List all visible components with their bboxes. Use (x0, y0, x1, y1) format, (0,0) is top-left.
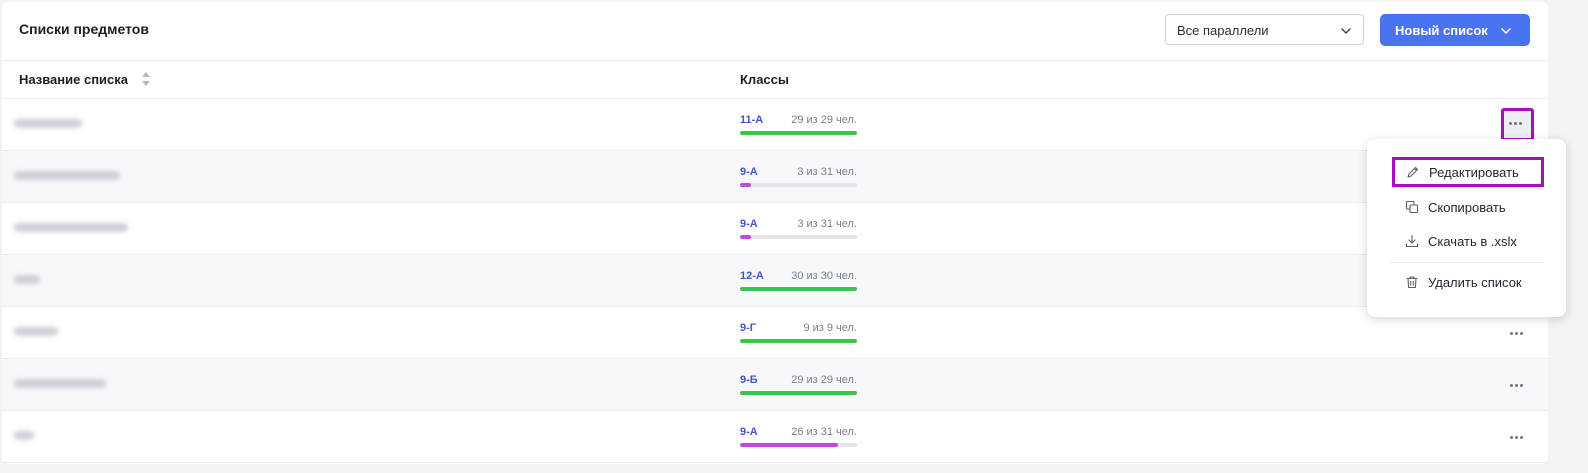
page-header: Списки предметов Все параллели Новый спи… (2, 2, 1548, 61)
table-row[interactable]: 9-А 26 из 31 чел. (2, 411, 1548, 463)
class-name[interactable]: 9-Б (740, 374, 758, 386)
more-dots-icon (1520, 436, 1523, 439)
list-name-redacted (14, 431, 34, 440)
table-row[interactable]: 9-Б 29 из 29 чел. (2, 359, 1548, 411)
more-dots-icon (1520, 332, 1523, 335)
list-name-redacted (14, 119, 82, 128)
pencil-icon (1407, 166, 1419, 178)
table-row[interactable]: 9-А 3 из 31 чел. (2, 203, 1548, 255)
copy-icon (1405, 200, 1419, 214)
class-count: 30 из 30 чел. (791, 270, 857, 282)
chevron-down-icon (1341, 28, 1351, 34)
new-list-button[interactable]: Новый список (1380, 14, 1530, 46)
row-actions-button[interactable] (1502, 318, 1532, 348)
menu-item-delete-label: Удалить список (1428, 275, 1522, 290)
class-name[interactable]: 9-А (740, 218, 758, 230)
row-actions-button[interactable] (1501, 108, 1534, 141)
progress-bar (740, 287, 857, 291)
more-dots-icon (1515, 436, 1518, 439)
more-dots-icon (1509, 122, 1512, 125)
class-name[interactable]: 9-А (740, 166, 758, 178)
row-context-menu: Редактировать Скопировать Скачать в .xsl… (1367, 139, 1566, 317)
list-name-redacted (14, 379, 106, 388)
table-row[interactable]: 12-А 30 из 30 чел. (2, 255, 1548, 307)
column-header-name[interactable]: Название списка (19, 72, 128, 87)
table-row[interactable]: 9-Г 9 из 9 чел. (2, 307, 1548, 359)
progress-bar (740, 183, 857, 187)
progress-bar (740, 131, 857, 135)
class-count: 29 из 29 чел. (791, 374, 857, 386)
list-name-redacted (14, 327, 58, 336)
more-dots-icon (1515, 384, 1518, 387)
sort-icon[interactable] (141, 70, 151, 88)
column-header-classes: Классы (740, 72, 789, 87)
class-count: 3 из 31 чел. (797, 218, 857, 230)
more-dots-icon (1510, 332, 1513, 335)
progress-fill (740, 183, 752, 187)
download-icon (1405, 234, 1419, 248)
progress-bar (740, 339, 857, 343)
progress-fill (740, 391, 857, 395)
page-title: Списки предметов (19, 21, 149, 37)
class-count: 29 из 29 чел. (791, 114, 857, 126)
progress-fill (740, 131, 857, 135)
progress-fill (740, 287, 857, 291)
new-list-label: Новый список (1395, 23, 1488, 38)
menu-divider (1390, 262, 1544, 263)
row-actions-button[interactable] (1502, 422, 1532, 452)
more-dots-icon (1519, 122, 1522, 125)
table-row[interactable]: 9-А 3 из 31 чел. (2, 151, 1548, 203)
more-dots-icon (1514, 122, 1517, 125)
class-count: 26 из 31 чел. (791, 426, 857, 438)
progress-bar (740, 391, 857, 395)
menu-item-copy[interactable]: Скопировать (1391, 193, 1561, 221)
class-name[interactable]: 9-Г (740, 322, 756, 334)
menu-item-edit[interactable]: Редактировать (1392, 157, 1544, 187)
chevron-down-icon (1501, 28, 1511, 34)
parallel-filter-value: Все параллели (1177, 23, 1269, 38)
class-count: 3 из 31 чел. (797, 166, 857, 178)
menu-item-edit-label: Редактировать (1429, 165, 1519, 180)
list-name-redacted (14, 275, 40, 284)
row-actions-button[interactable] (1502, 370, 1532, 400)
progress-bar (740, 235, 857, 239)
parallel-filter-select[interactable]: Все параллели (1165, 14, 1364, 45)
subject-lists-card: Списки предметов Все параллели Новый спи… (2, 2, 1548, 464)
more-dots-icon (1510, 436, 1513, 439)
more-dots-icon (1510, 384, 1513, 387)
menu-item-download[interactable]: Скачать в .xslx (1391, 227, 1561, 255)
progress-fill (740, 443, 839, 447)
progress-fill (740, 339, 857, 343)
table-body: 11-А 29 из 29 чел. 9-А 3 из 31 чел. 9-А 3 из … (2, 99, 1548, 463)
menu-item-download-label: Скачать в .xslx (1428, 234, 1517, 249)
menu-item-copy-label: Скопировать (1428, 200, 1506, 215)
progress-fill (740, 235, 752, 239)
class-count: 9 из 9 чел. (803, 322, 857, 334)
table-header: Название списка Классы (2, 61, 1548, 99)
more-dots-icon (1515, 332, 1518, 335)
more-dots-icon (1520, 384, 1523, 387)
trash-icon (1406, 276, 1418, 289)
class-name[interactable]: 9-А (740, 426, 758, 438)
list-name-redacted (14, 171, 120, 180)
menu-item-delete[interactable]: Удалить список (1391, 268, 1561, 296)
list-name-redacted (14, 223, 128, 232)
table-row[interactable]: 11-А 29 из 29 чел. (2, 99, 1548, 151)
progress-bar (740, 443, 857, 447)
